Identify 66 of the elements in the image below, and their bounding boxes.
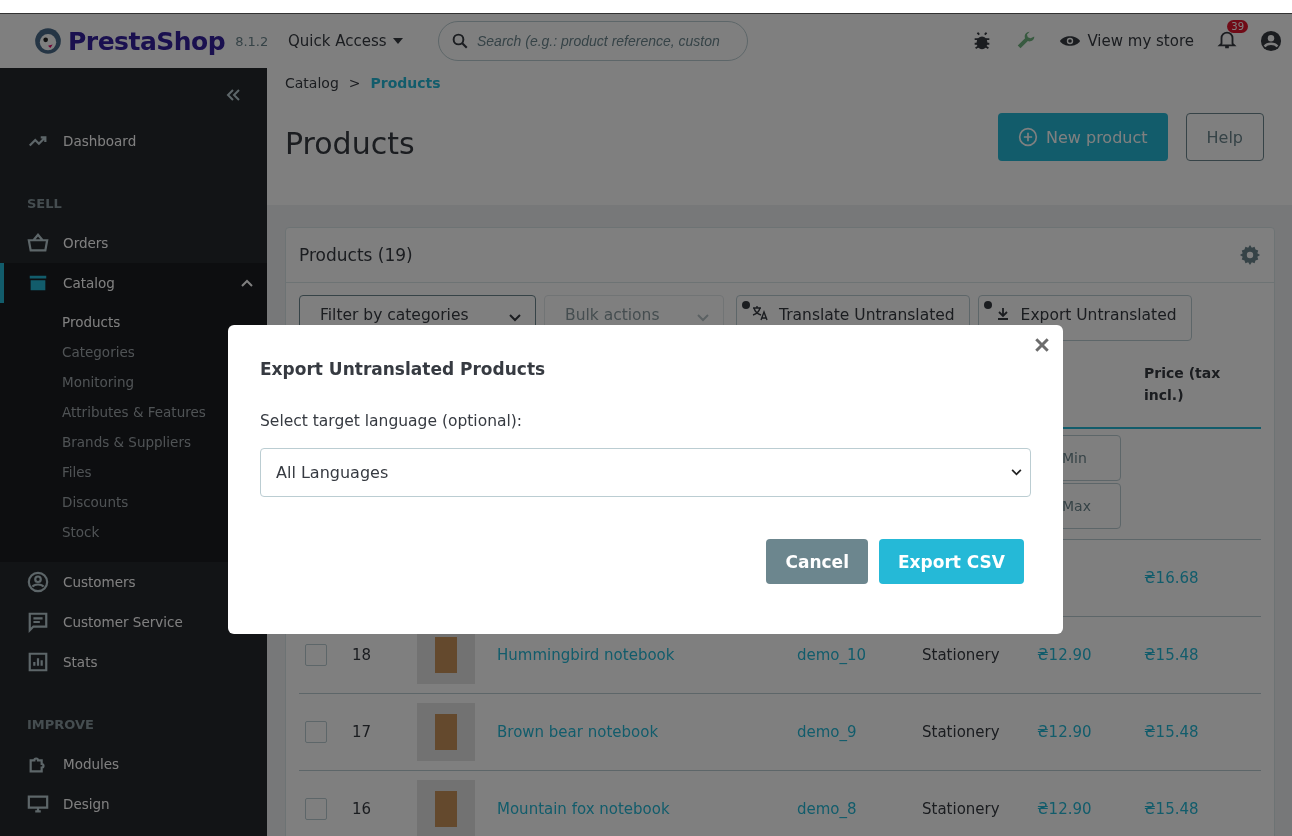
sidebar-subitem[interactable]: Products: [0, 307, 267, 337]
chevron-down-icon: [509, 314, 521, 322]
quick-access-button[interactable]: Quick Access: [288, 32, 438, 50]
chevron-icon: [241, 279, 253, 287]
sidebar-item[interactable]: Customers: [0, 562, 267, 602]
version-label: 8.1.2: [235, 33, 269, 49]
column-header[interactable]: Price (tax incl.): [1138, 362, 1234, 406]
row-checkbox[interactable]: [305, 798, 327, 820]
card-title: Products (19): [299, 245, 413, 265]
user-icon[interactable]: [1260, 30, 1282, 52]
breadcrumb-link[interactable]: Catalog: [285, 75, 339, 91]
search-field[interactable]: Search (e.g.: product reference, custon: [438, 21, 748, 61]
sidebar-section-title: IMPROVE: [26, 715, 95, 734]
sidebar-item[interactable]: Modules: [0, 744, 267, 784]
language-select[interactable]: All Languages: [260, 448, 1031, 497]
price-link[interactable]: ₴12.90: [1037, 723, 1092, 741]
product-name-link[interactable]: Brown bear notebook: [497, 723, 659, 741]
close-icon[interactable]: [1034, 337, 1050, 353]
settings-icon[interactable]: [1239, 244, 1261, 266]
reference-link[interactable]: demo_8: [797, 800, 857, 818]
sidebar-section-title: SELL: [26, 194, 63, 213]
price-link[interactable]: ₴16.68: [1144, 569, 1199, 587]
price-link[interactable]: ₴15.48: [1144, 646, 1199, 664]
category-cell: Stationery: [922, 646, 1000, 664]
photo-placeholder: [417, 703, 475, 761]
row-checkbox[interactable]: [305, 721, 327, 743]
price-link[interactable]: ₴12.90: [1037, 800, 1092, 818]
caret-icon: [392, 38, 403, 44]
sidebar-item[interactable]: Catalog: [0, 263, 267, 303]
view-store-link[interactable]: View my store: [1059, 30, 1194, 52]
category-cell: Stationery: [922, 723, 1000, 741]
chevron-down-icon: [1011, 469, 1022, 476]
sidebar-item[interactable]: Stats: [0, 642, 267, 682]
notification-badge: 39: [1227, 20, 1248, 33]
sidebar-item[interactable]: Dashboard: [0, 121, 267, 161]
breadcrumb-separator: >: [348, 75, 361, 91]
price-link[interactable]: ₴15.48: [1144, 800, 1199, 818]
category-cell: Stationery: [922, 800, 1000, 818]
price-link[interactable]: ₴12.90: [1037, 646, 1092, 664]
search-icon: [451, 32, 469, 50]
logo-icon: [34, 27, 62, 55]
collapse-icon[interactable]: [225, 88, 241, 101]
chevron-down-icon: [697, 314, 709, 322]
logo-text[interactable]: PrestaShop: [68, 26, 226, 56]
id-cell: 18: [352, 646, 372, 664]
sidebar-item[interactable]: Customer Service: [0, 602, 267, 642]
sidebar-item[interactable]: Design: [0, 784, 267, 824]
id-cell: 17: [352, 723, 372, 741]
product-name-link[interactable]: Mountain fox notebook: [497, 800, 670, 818]
product-name-link[interactable]: Hummingbird notebook: [497, 646, 675, 664]
page-title: Products: [285, 125, 415, 161]
row-checkbox[interactable]: [305, 644, 327, 666]
price-link[interactable]: ₴15.48: [1144, 723, 1199, 741]
reference-link[interactable]: demo_9: [797, 723, 857, 741]
plus-circle-icon: [1018, 127, 1038, 147]
help-button[interactable]: Help: [1185, 113, 1264, 161]
dialog-title: Export Untranslated Products: [260, 359, 547, 379]
cancel-button[interactable]: Cancel: [766, 539, 868, 584]
translate-icon: [741, 300, 771, 322]
sidebar-item[interactable]: Orders: [0, 223, 267, 263]
field-label: Select target language (optional):: [260, 412, 524, 430]
new-product-button[interactable]: New product: [998, 113, 1168, 161]
id-cell: 16: [352, 800, 372, 818]
reference-link[interactable]: demo_10: [797, 646, 867, 664]
breadcrumb-link[interactable]: Products: [370, 75, 441, 91]
export-csv-button[interactable]: Export CSV: [878, 539, 1024, 584]
